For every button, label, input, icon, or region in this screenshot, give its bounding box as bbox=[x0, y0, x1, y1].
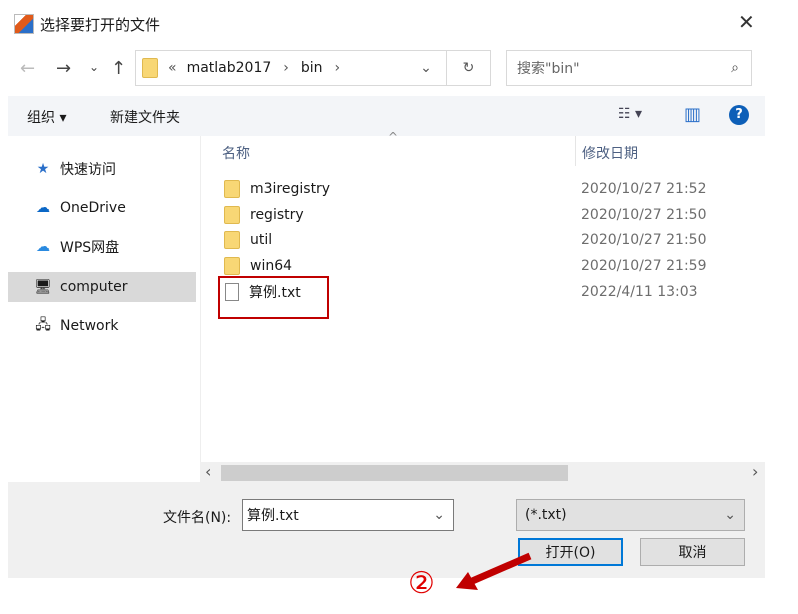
sidebar-item-computer[interactable]: 🖥 computer bbox=[8, 272, 196, 302]
divider bbox=[200, 136, 201, 462]
toolbar: 组织 ▾ 新建文件夹 ☷ ▾ ▥ ? bbox=[8, 96, 765, 136]
file-name: m3iregistry bbox=[250, 181, 331, 197]
file-type-select[interactable]: (*.txt) ⌄ bbox=[516, 499, 745, 531]
chevron-down-icon: ⌄ bbox=[724, 507, 736, 523]
folder-icon bbox=[142, 58, 158, 78]
sidebar-item-label: OneDrive bbox=[60, 200, 126, 216]
refresh-button[interactable]: ↻ bbox=[446, 51, 490, 85]
filename-input[interactable]: 算例.txt ⌄ bbox=[242, 499, 454, 531]
file-row[interactable]: registry 2020/10/27 21:50 bbox=[218, 203, 763, 227]
chevron-right-icon[interactable]: › bbox=[335, 60, 341, 76]
matlab-app-icon bbox=[14, 14, 34, 34]
file-row[interactable]: win64 2020/10/27 21:59 bbox=[218, 254, 763, 278]
scrollbar-thumb[interactable] bbox=[221, 465, 568, 481]
chevron-down-icon[interactable]: ⌄ bbox=[433, 507, 445, 523]
step-annotation: ② bbox=[408, 566, 435, 601]
file-date: 2022/4/11 13:03 bbox=[581, 284, 698, 300]
file-name: registry bbox=[250, 207, 304, 223]
file-date: 2020/10/27 21:50 bbox=[581, 232, 707, 248]
search-input[interactable]: 搜索"bin" ⌕ bbox=[506, 50, 752, 86]
folder-icon bbox=[224, 206, 240, 224]
file-date: 2020/10/27 21:52 bbox=[581, 181, 707, 197]
breadcrumb-matlab2017[interactable]: matlab2017 bbox=[187, 60, 272, 76]
sidebar-item-network[interactable]: 🖧 Network bbox=[8, 311, 196, 341]
cloud-icon: ☁ bbox=[36, 239, 50, 255]
sidebar-item-label: 快速访问 bbox=[60, 162, 116, 178]
bottom-panel: 文件名(N): 算例.txt ⌄ (*.txt) ⌄ 打开(O) 取消 bbox=[8, 482, 765, 578]
navigation-pane: ★ 快速访问 ☁ OneDrive ☁ WPS网盘 🖥 computer 🖧 Networ… bbox=[8, 136, 200, 462]
sidebar-item-onedrive[interactable]: ☁ OneDrive bbox=[8, 193, 196, 223]
file-type-value: (*.txt) bbox=[525, 507, 567, 523]
file-date: 2020/10/27 21:50 bbox=[581, 207, 707, 223]
close-button[interactable]: ✕ bbox=[738, 10, 755, 34]
breadcrumb-bin[interactable]: bin bbox=[301, 60, 323, 76]
help-button[interactable]: ? bbox=[729, 105, 749, 125]
computer-icon: 🖥 bbox=[34, 279, 52, 295]
filename-label: 文件名(N): bbox=[163, 510, 232, 526]
file-name: win64 bbox=[250, 258, 293, 274]
search-placeholder: 搜索"bin" bbox=[517, 61, 580, 77]
scroll-left-button[interactable]: ‹ bbox=[205, 462, 211, 481]
address-dropdown[interactable]: ⌄ bbox=[406, 60, 446, 76]
star-icon: ★ bbox=[36, 161, 50, 177]
scroll-right-button[interactable]: › bbox=[752, 462, 758, 481]
forward-button[interactable]: → bbox=[56, 58, 71, 79]
folder-icon bbox=[224, 257, 240, 275]
arrow-shaft bbox=[468, 552, 532, 586]
horizontal-scrollbar[interactable]: ‹ › bbox=[200, 462, 765, 482]
organize-menu[interactable]: 组织 ▾ bbox=[27, 107, 66, 127]
address-bar[interactable]: « matlab2017 › bin › ⌄ ↻ bbox=[135, 50, 491, 86]
cancel-button[interactable]: 取消 bbox=[640, 538, 745, 566]
column-divider[interactable] bbox=[575, 136, 576, 166]
column-header-date[interactable]: 修改日期 bbox=[582, 143, 638, 163]
preview-pane-button[interactable]: ▥ bbox=[684, 104, 701, 125]
sidebar-item-label: Network bbox=[60, 318, 119, 334]
arrow-annotation bbox=[456, 552, 532, 590]
chevron-right-icon[interactable]: › bbox=[283, 60, 289, 76]
highlight-box bbox=[218, 276, 329, 319]
recent-locations-button[interactable]: ⌄ bbox=[89, 60, 99, 74]
sort-ascending-icon: ^ bbox=[388, 130, 399, 144]
sidebar-item-wps[interactable]: ☁ WPS网盘 bbox=[8, 232, 196, 262]
folder-icon bbox=[224, 231, 240, 249]
folder-icon bbox=[224, 180, 240, 198]
view-options-button[interactable]: ☷ ▾ bbox=[618, 106, 642, 122]
sidebar-item-quick-access[interactable]: ★ 快速访问 bbox=[8, 154, 196, 184]
back-button[interactable]: ← bbox=[20, 58, 35, 79]
file-date: 2020/10/27 21:59 bbox=[581, 258, 707, 274]
cloud-icon: ☁ bbox=[36, 200, 50, 216]
address-overflow[interactable]: « bbox=[168, 60, 177, 76]
new-folder-button[interactable]: 新建文件夹 bbox=[110, 107, 180, 127]
up-button[interactable]: ↑ bbox=[111, 58, 126, 79]
network-icon: 🖧 bbox=[35, 317, 51, 333]
file-row[interactable]: util 2020/10/27 21:50 bbox=[218, 228, 763, 252]
filename-value: 算例.txt bbox=[247, 508, 299, 524]
file-row[interactable]: m3iregistry 2020/10/27 21:52 bbox=[218, 177, 763, 201]
search-icon: ⌕ bbox=[731, 60, 739, 76]
sidebar-item-label: computer bbox=[60, 279, 128, 295]
column-header-name[interactable]: 名称 bbox=[222, 143, 250, 163]
file-name: util bbox=[250, 232, 273, 248]
window-title: 选择要打开的文件 bbox=[40, 16, 161, 34]
sidebar-item-label: WPS网盘 bbox=[60, 240, 120, 256]
